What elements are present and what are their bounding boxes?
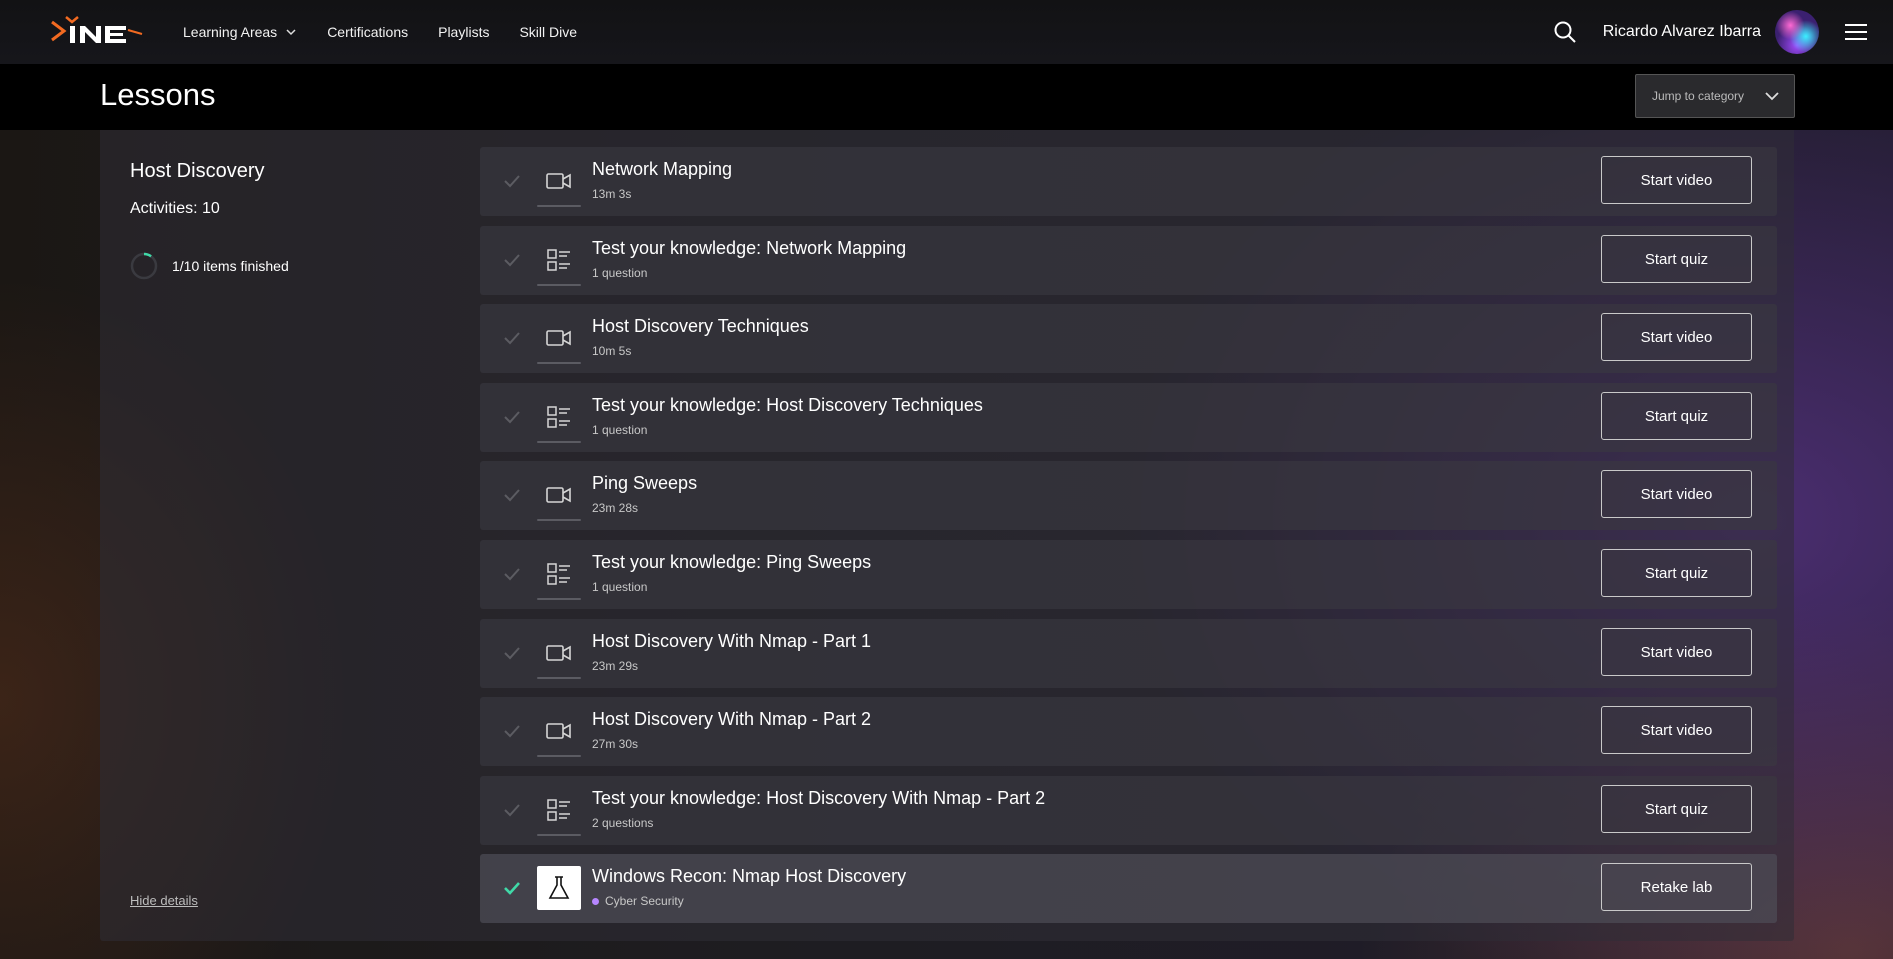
video-icon <box>537 316 581 364</box>
lesson-title[interactable]: Host Discovery With Nmap - Part 2 <box>592 709 871 730</box>
lesson-meta: 2 questions <box>592 816 653 830</box>
lesson-title[interactable]: Host Discovery Techniques <box>592 316 809 337</box>
search-icon[interactable] <box>1553 20 1577 44</box>
lesson-meta: 13m 3s <box>592 187 631 201</box>
lesson-row[interactable]: Network Mapping 13m 3s Start video <box>480 147 1777 216</box>
check-icon <box>504 411 520 424</box>
lesson-title[interactable]: Test your knowledge: Network Mapping <box>592 238 906 259</box>
progress-indicator: 1/10 items finished <box>130 252 289 280</box>
lesson-row[interactable]: Host Discovery Techniques 10m 5s Start vid… <box>480 304 1777 373</box>
chevron-down-icon <box>286 29 296 36</box>
lesson-meta-text: 1 question <box>592 580 648 594</box>
lesson-meta: 1 question <box>592 423 647 437</box>
lesson-row[interactable]: Test your knowledge: Host Discovery With… <box>480 776 1777 845</box>
chevron-down-icon <box>1765 92 1779 101</box>
start-video-button[interactable]: Start video <box>1601 628 1752 676</box>
check-icon <box>504 332 520 345</box>
video-icon <box>537 473 581 521</box>
lesson-meta-text: 13m 3s <box>592 187 632 201</box>
hamburger-menu-icon[interactable] <box>1845 23 1867 41</box>
lesson-title[interactable]: Test your knowledge: Host Discovery Tech… <box>592 395 983 416</box>
start-quiz-button[interactable]: Start quiz <box>1601 785 1752 833</box>
start-video-button[interactable]: Start video <box>1601 706 1752 754</box>
check-icon <box>504 882 520 895</box>
lesson-row[interactable]: Ping Sweeps 23m 28s Start video <box>480 461 1777 530</box>
lesson-row[interactable]: Test your knowledge: Ping Sweeps 1 questi… <box>480 540 1777 609</box>
lessons-header: Lessons Jump to category <box>0 64 1893 130</box>
lesson-meta: Cyber Security <box>592 894 684 908</box>
activities-count: Activities: 10 <box>130 200 220 217</box>
lesson-meta: 23m 28s <box>592 501 638 515</box>
check-icon <box>504 175 520 188</box>
lesson-row[interactable]: Host Discovery With Nmap - Part 1 23m 29s… <box>480 619 1777 688</box>
lesson-meta-text: 1 question <box>592 423 648 437</box>
section-title: Host Discovery <box>130 160 265 182</box>
nav-skill-dive[interactable]: Skill Dive <box>519 24 577 40</box>
progress-ring <box>130 252 158 280</box>
jump-to-category-placeholder: Jump to category <box>1652 89 1745 103</box>
lesson-title[interactable]: Test your knowledge: Host Discovery With… <box>592 788 1045 809</box>
lesson-meta-text: 27m 30s <box>592 737 639 751</box>
lesson-row[interactable]: Test your knowledge: Network Mapping 1 qu… <box>480 226 1777 295</box>
user-name[interactable]: Ricardo Alvarez Ibarra <box>1603 23 1761 41</box>
check-icon <box>504 804 520 817</box>
lesson-meta: 27m 30s <box>592 737 638 751</box>
lesson-row[interactable]: Windows Recon: Nmap Host Discovery Cyber … <box>480 854 1777 923</box>
quiz-icon <box>537 552 581 600</box>
retake-lab-button[interactable]: Retake lab <box>1601 863 1752 911</box>
lesson-row[interactable]: Host Discovery With Nmap - Part 2 27m 30s… <box>480 697 1777 766</box>
ine-logo[interactable] <box>50 14 146 48</box>
lesson-meta: 23m 29s <box>592 659 638 673</box>
start-quiz-button[interactable]: Start quiz <box>1601 392 1752 440</box>
quiz-icon <box>537 395 581 443</box>
lesson-meta: 1 question <box>592 580 647 594</box>
lesson-row[interactable]: Test your knowledge: Host Discovery Tech… <box>480 383 1777 452</box>
nav-certifications[interactable]: Certifications <box>327 24 408 40</box>
lesson-meta-text: 2 questions <box>592 816 654 830</box>
lesson-title[interactable]: Test your knowledge: Ping Sweeps <box>592 552 871 573</box>
video-icon <box>537 631 581 679</box>
nav-learning-areas[interactable]: Learning Areas <box>183 24 297 40</box>
lesson-meta-text: 10m 5s <box>592 344 632 358</box>
lesson-meta-text: 23m 28s <box>592 501 639 515</box>
check-icon <box>504 254 520 267</box>
check-icon <box>504 489 520 502</box>
start-video-button[interactable]: Start video <box>1601 470 1752 518</box>
lesson-meta-text: 23m 29s <box>592 659 639 673</box>
page-title: Lessons <box>100 77 216 112</box>
start-video-button[interactable]: Start video <box>1601 313 1752 361</box>
lesson-title[interactable]: Ping Sweeps <box>592 473 697 494</box>
start-quiz-button[interactable]: Start quiz <box>1601 549 1752 597</box>
lesson-meta-text: 1 question <box>592 266 648 280</box>
avatar[interactable] <box>1775 10 1819 54</box>
lab-flask-icon <box>537 866 581 910</box>
check-icon <box>504 725 520 738</box>
video-icon <box>537 709 581 757</box>
quiz-icon <box>537 788 581 836</box>
nav-right: Ricardo Alvarez Ibarra <box>1553 0 1893 64</box>
check-icon <box>504 568 520 581</box>
main-nav: Learning Areas Certifications Playlists … <box>183 0 607 64</box>
lesson-title[interactable]: Host Discovery With Nmap - Part 1 <box>592 631 871 652</box>
category-dot-icon <box>592 897 599 905</box>
lesson-title[interactable]: Windows Recon: Nmap Host Discovery <box>592 866 906 887</box>
check-icon <box>504 647 520 660</box>
lesson-meta-text: Cyber Security <box>605 894 684 908</box>
lesson-meta: 10m 5s <box>592 344 631 358</box>
jump-to-category-select[interactable]: Jump to category <box>1635 74 1795 118</box>
quiz-icon <box>537 238 581 286</box>
start-video-button[interactable]: Start video <box>1601 156 1752 204</box>
lesson-title[interactable]: Network Mapping <box>592 159 732 180</box>
video-icon <box>537 159 581 207</box>
hide-details-link[interactable]: Hide details <box>130 893 198 908</box>
start-quiz-button[interactable]: Start quiz <box>1601 235 1752 283</box>
lesson-meta: 1 question <box>592 266 647 280</box>
top-navigation: Learning Areas Certifications Playlists … <box>0 0 1893 64</box>
progress-text: 1/10 items finished <box>172 258 289 274</box>
nav-playlists[interactable]: Playlists <box>438 24 489 40</box>
